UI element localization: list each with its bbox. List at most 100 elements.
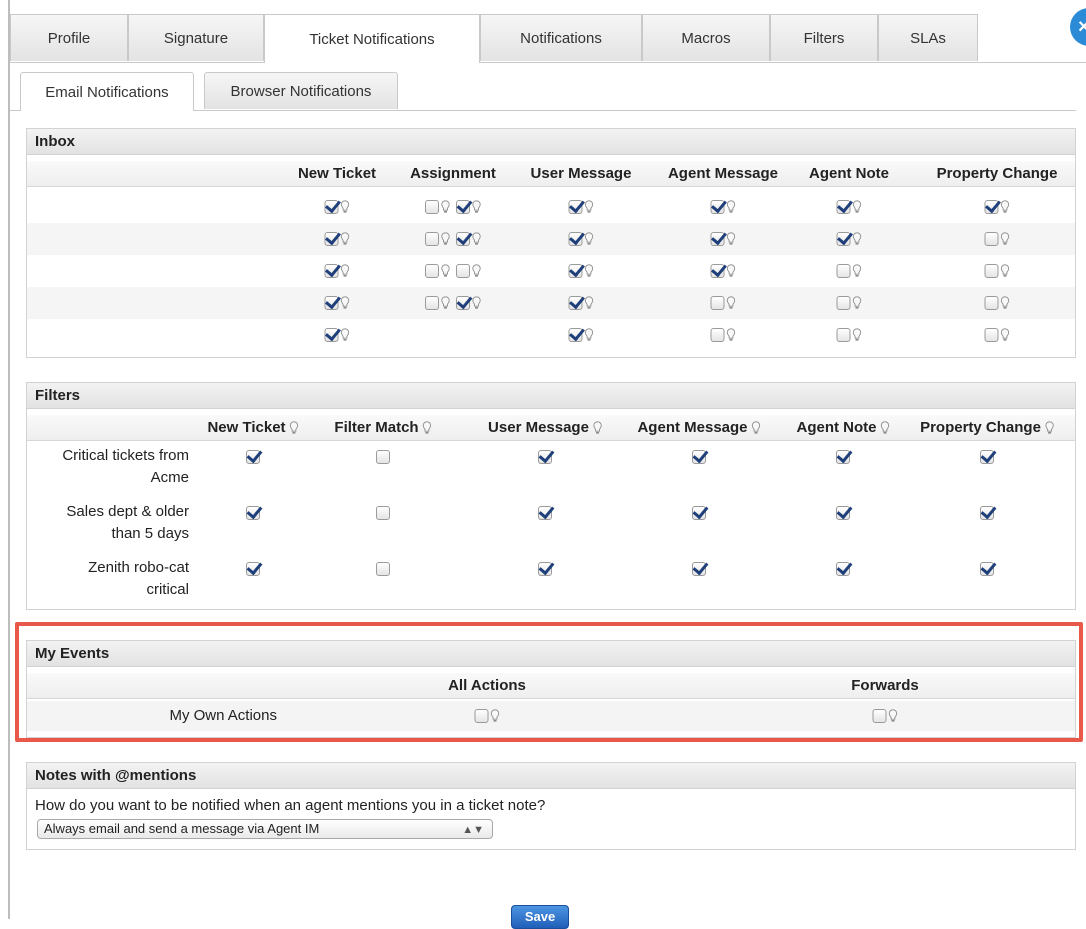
- lightbulb-icon[interactable]: [726, 328, 736, 342]
- notification-checkbox[interactable]: [425, 200, 439, 214]
- filter-checkbox[interactable]: [538, 450, 552, 464]
- notification-checkbox[interactable]: [456, 296, 470, 310]
- lightbulb-icon[interactable]: [441, 264, 450, 278]
- lightbulb-icon[interactable]: [340, 232, 350, 246]
- notification-checkbox[interactable]: [568, 328, 583, 342]
- filter-checkbox[interactable]: [538, 562, 552, 576]
- tab-signature[interactable]: Signature: [128, 14, 264, 61]
- lightbulb-icon[interactable]: [340, 264, 350, 278]
- lightbulb-icon[interactable]: [726, 264, 736, 278]
- lightbulb-icon[interactable]: [751, 421, 761, 435]
- tab-filters[interactable]: Filters: [770, 14, 878, 61]
- tab-slas[interactable]: SLAs: [878, 14, 978, 61]
- notification-checkbox[interactable]: [456, 232, 470, 246]
- notification-checkbox[interactable]: [324, 264, 339, 278]
- lightbulb-icon[interactable]: [852, 264, 862, 278]
- filter-checkbox[interactable]: [836, 562, 850, 576]
- lightbulb-icon[interactable]: [584, 232, 594, 246]
- lightbulb-icon[interactable]: [289, 421, 299, 435]
- lightbulb-icon[interactable]: [422, 421, 432, 435]
- lightbulb-icon[interactable]: [584, 296, 594, 310]
- filter-checkbox[interactable]: [246, 506, 260, 520]
- notification-checkbox[interactable]: [568, 264, 583, 278]
- lightbulb-icon[interactable]: [441, 232, 450, 246]
- lightbulb-icon[interactable]: [340, 200, 350, 214]
- notification-checkbox[interactable]: [568, 296, 583, 310]
- notification-checkbox[interactable]: [324, 296, 339, 310]
- notification-checkbox[interactable]: [425, 264, 439, 278]
- filter-checkbox[interactable]: [246, 450, 260, 464]
- notification-checkbox[interactable]: [710, 200, 725, 214]
- notification-checkbox[interactable]: [324, 232, 339, 246]
- lightbulb-icon[interactable]: [852, 232, 862, 246]
- lightbulb-icon[interactable]: [726, 232, 736, 246]
- lightbulb-icon[interactable]: [472, 296, 481, 310]
- notification-checkbox[interactable]: [984, 328, 999, 342]
- filter-checkbox[interactable]: [376, 450, 390, 464]
- lightbulb-icon[interactable]: [584, 264, 594, 278]
- notification-checkbox[interactable]: [836, 200, 851, 214]
- filter-checkbox[interactable]: [376, 562, 390, 576]
- lightbulb-icon[interactable]: [1000, 232, 1010, 246]
- filter-checkbox[interactable]: [376, 506, 390, 520]
- lightbulb-icon[interactable]: [472, 264, 481, 278]
- filter-checkbox[interactable]: [836, 506, 850, 520]
- lightbulb-icon[interactable]: [593, 421, 602, 435]
- filter-checkbox[interactable]: [980, 506, 994, 520]
- notification-checkbox[interactable]: [324, 200, 339, 214]
- notification-checkbox[interactable]: [836, 232, 851, 246]
- notification-checkbox[interactable]: [425, 232, 439, 246]
- tab-notifications[interactable]: Notifications: [480, 14, 642, 61]
- lightbulb-icon[interactable]: [472, 232, 481, 246]
- notification-checkbox[interactable]: [984, 264, 999, 278]
- filter-checkbox[interactable]: [538, 506, 552, 520]
- mentions-select[interactable]: Always email and send a message via Agen…: [37, 819, 493, 839]
- filter-checkbox[interactable]: [836, 450, 850, 464]
- notification-checkbox[interactable]: [710, 296, 725, 310]
- lightbulb-icon[interactable]: [1000, 264, 1010, 278]
- filter-checkbox[interactable]: [980, 562, 994, 576]
- lightbulb-icon[interactable]: [1045, 421, 1054, 435]
- filter-checkbox[interactable]: [246, 562, 260, 576]
- notification-checkbox[interactable]: [710, 264, 725, 278]
- notification-checkbox[interactable]: [984, 296, 999, 310]
- tab-ticket-notifications[interactable]: Ticket Notifications: [264, 14, 480, 63]
- lightbulb-icon[interactable]: [1000, 296, 1010, 310]
- filter-checkbox[interactable]: [692, 450, 706, 464]
- notification-checkbox[interactable]: [710, 328, 725, 342]
- notification-checkbox[interactable]: [568, 200, 583, 214]
- lightbulb-icon[interactable]: [340, 296, 350, 310]
- tab-email-notifications[interactable]: Email Notifications: [20, 72, 194, 111]
- notification-checkbox[interactable]: [984, 232, 999, 246]
- notification-checkbox[interactable]: [425, 296, 439, 310]
- tab-browser-notifications[interactable]: Browser Notifications: [204, 72, 398, 109]
- tab-profile[interactable]: Profile: [10, 14, 128, 61]
- filter-checkbox[interactable]: [692, 506, 706, 520]
- lightbulb-icon[interactable]: [584, 328, 594, 342]
- lightbulb-icon[interactable]: [726, 296, 736, 310]
- filter-checkbox[interactable]: [980, 450, 994, 464]
- lightbulb-icon[interactable]: [441, 200, 450, 214]
- notification-checkbox[interactable]: [836, 264, 851, 278]
- notification-checkbox[interactable]: [456, 200, 470, 214]
- notification-checkbox[interactable]: [710, 232, 725, 246]
- lightbulb-icon[interactable]: [472, 200, 481, 214]
- notification-checkbox[interactable]: [324, 328, 339, 342]
- lightbulb-icon[interactable]: [726, 200, 736, 214]
- tab-macros[interactable]: Macros: [642, 14, 770, 61]
- lightbulb-icon[interactable]: [1000, 200, 1010, 214]
- lightbulb-icon[interactable]: [584, 200, 594, 214]
- notification-checkbox[interactable]: [568, 232, 583, 246]
- lightbulb-icon[interactable]: [441, 296, 450, 310]
- notification-checkbox[interactable]: [984, 200, 999, 214]
- notification-checkbox[interactable]: [456, 264, 470, 278]
- lightbulb-icon[interactable]: [852, 200, 862, 214]
- lightbulb-icon[interactable]: [852, 296, 862, 310]
- lightbulb-icon[interactable]: [340, 328, 350, 342]
- lightbulb-icon[interactable]: [852, 328, 862, 342]
- filter-checkbox[interactable]: [692, 562, 706, 576]
- notification-checkbox[interactable]: [836, 296, 851, 310]
- notification-checkbox[interactable]: [836, 328, 851, 342]
- lightbulb-icon[interactable]: [1000, 328, 1010, 342]
- lightbulb-icon[interactable]: [880, 421, 890, 435]
